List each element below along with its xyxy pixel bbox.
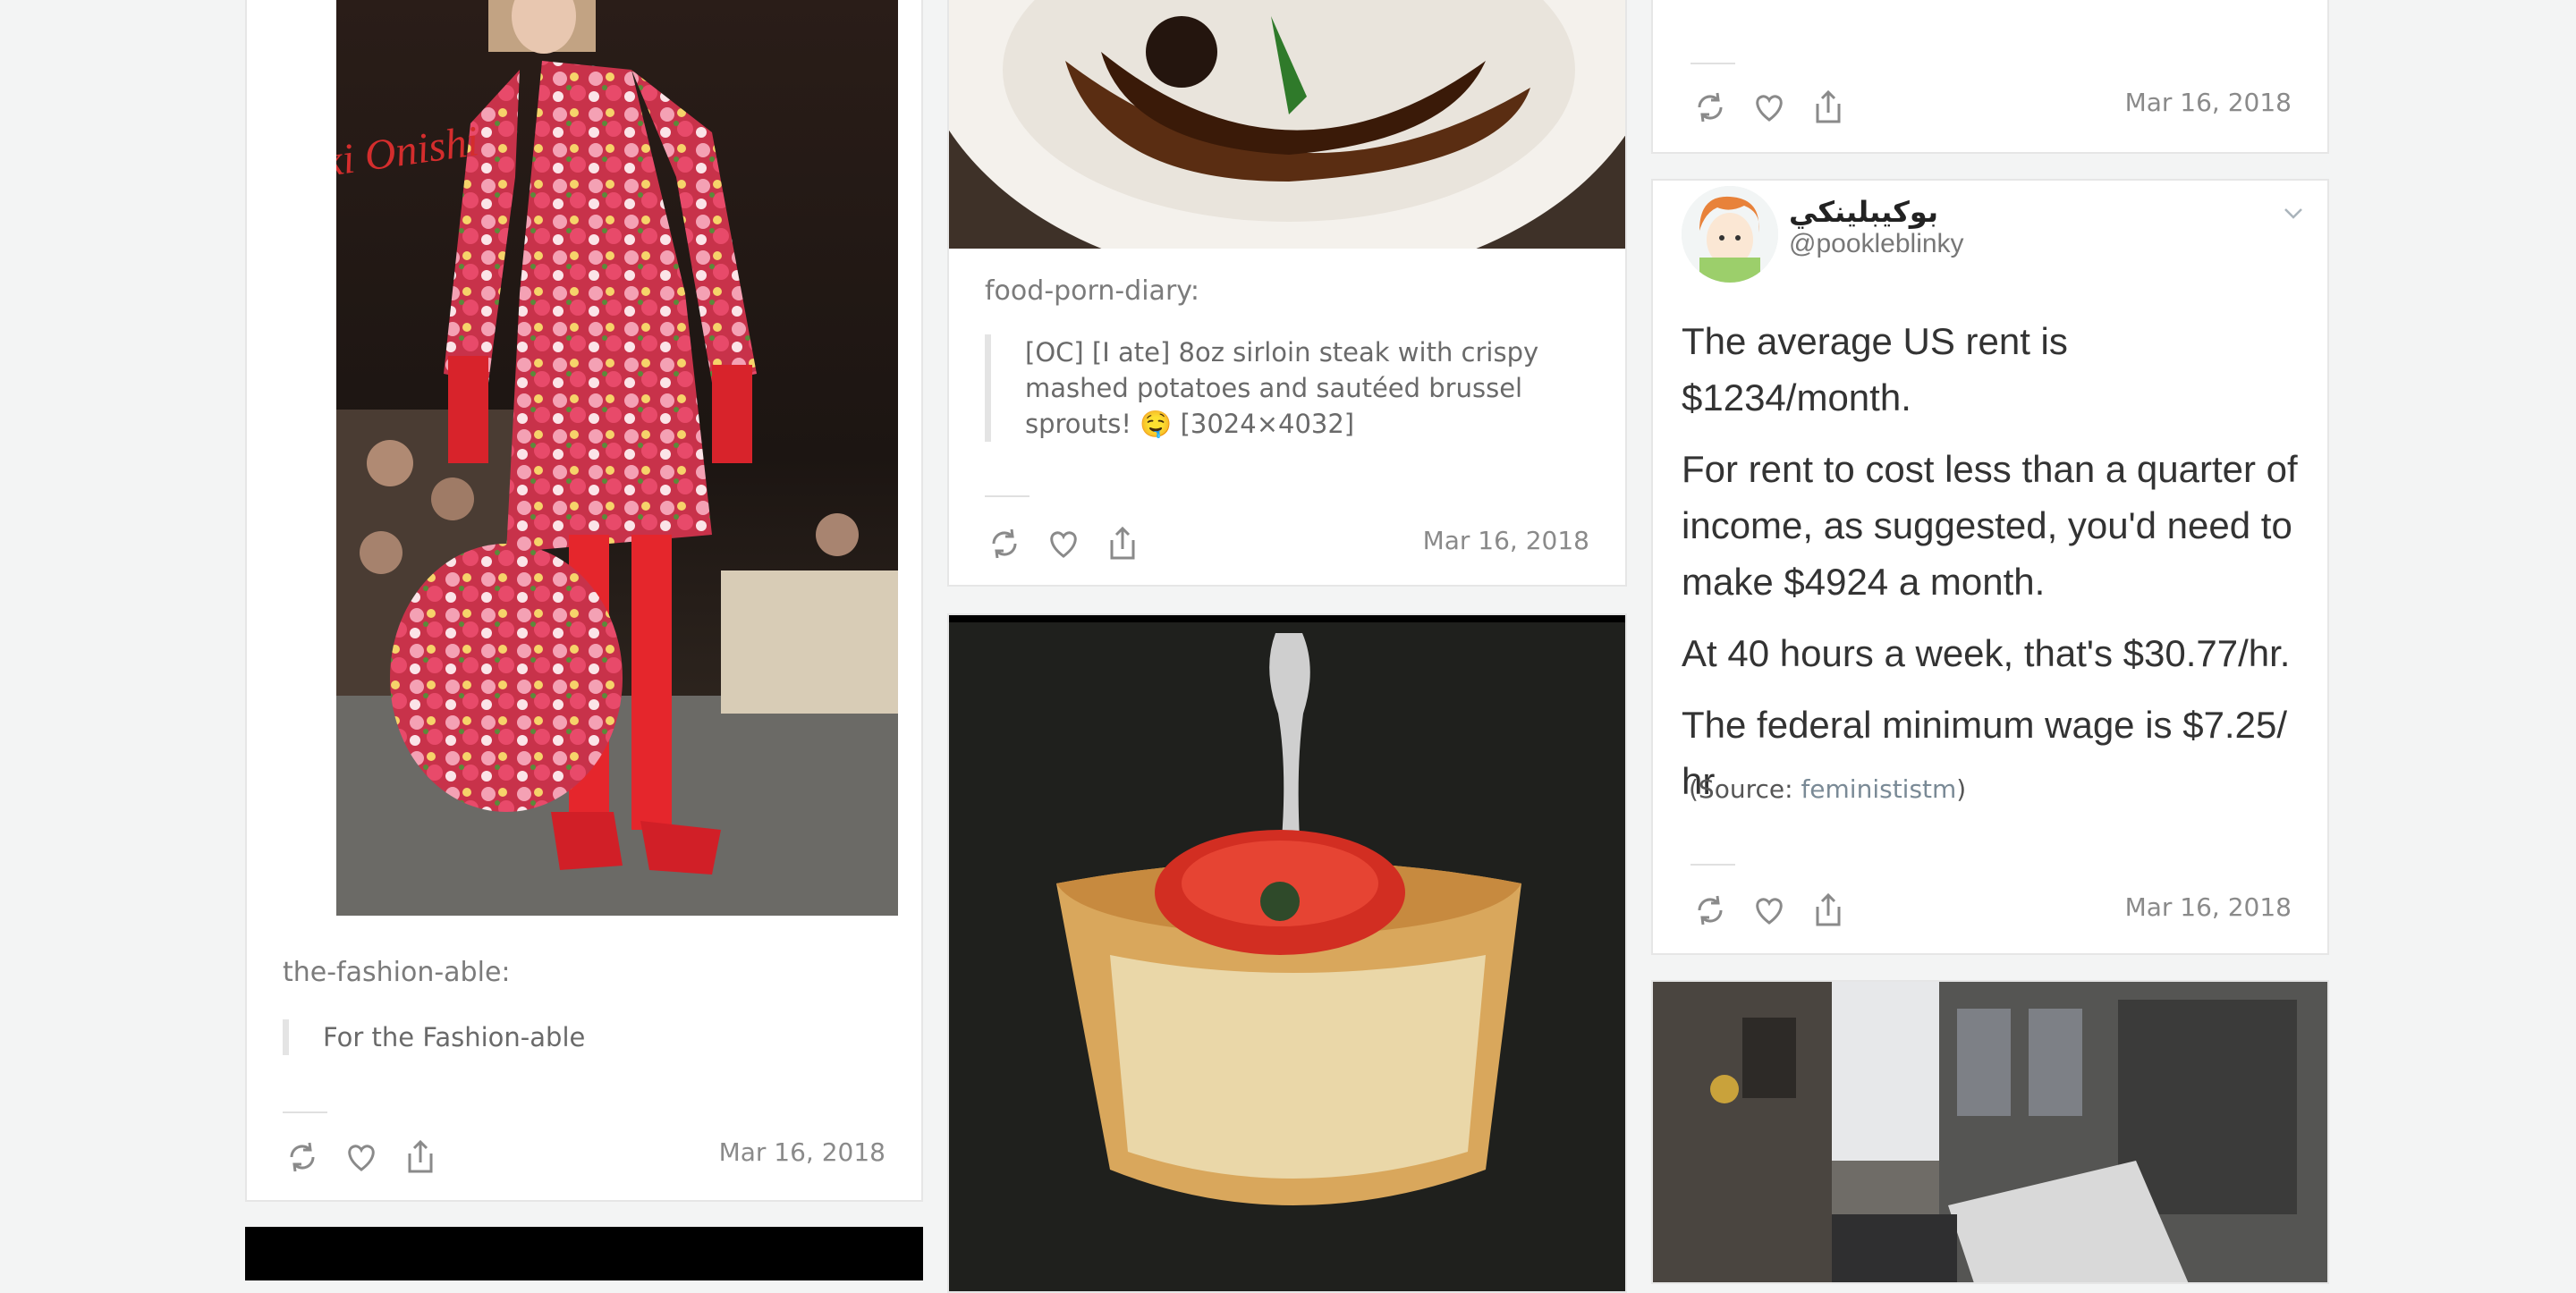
share-icon[interactable] [1809, 88, 1848, 127]
post-date: Mar 16, 2018 [718, 1137, 886, 1167]
divider [1690, 864, 1735, 866]
tweet-body: The average US rent is $1234/month. For … [1682, 313, 2308, 824]
share-icon[interactable] [401, 1137, 440, 1177]
tweet-line: For rent to cost less than a quarter of … [1682, 448, 2298, 603]
post-actions [283, 1137, 440, 1177]
post-source[interactable]: the-fashion-able: [283, 957, 511, 988]
post-card-fashion: Atsuki Onishi the-fashion-able: For the … [245, 0, 923, 1202]
reblog-icon[interactable] [1690, 891, 1730, 930]
post-date: Mar 16, 2018 [2124, 892, 2292, 922]
divider [1690, 63, 1735, 64]
post-card-pie [947, 613, 1627, 1293]
post-date: Mar 16, 2018 [1422, 526, 1589, 555]
source-suffix: ) [1956, 774, 1967, 804]
share-icon[interactable] [1809, 891, 1848, 930]
street-photo[interactable] [1653, 982, 2327, 1282]
like-icon[interactable] [1750, 88, 1789, 127]
post-source[interactable]: food-porn-diary: [985, 275, 1199, 307]
tweet-handle[interactable]: @pookleblinky [1789, 229, 1964, 259]
post-card-tweet: بوكيبلينكي @pookleblinky The average US … [1651, 179, 2329, 955]
pie-photo[interactable] [949, 615, 1625, 1291]
post-card-street [1651, 980, 2329, 1284]
reblog-icon[interactable] [1690, 88, 1730, 127]
like-icon[interactable] [1044, 524, 1083, 563]
tweet-line: At 40 hours a week, that's $30.77/hr. [1682, 632, 2291, 674]
divider [283, 1111, 327, 1113]
post-date: Mar 16, 2018 [2124, 88, 2292, 117]
divider [985, 495, 1030, 497]
steak-photo[interactable] [949, 0, 1625, 249]
post-actions [985, 524, 1142, 563]
post-source-credit: (Source: feminististm) [1689, 774, 1966, 804]
avatar[interactable] [1682, 186, 1778, 283]
source-link[interactable]: feminististm [1801, 774, 1956, 804]
source-prefix: (Source: [1689, 774, 1801, 804]
reblog-icon[interactable] [283, 1137, 322, 1177]
post-quote: [OC] [I ate] 8oz sirloin steak with cris… [985, 334, 1602, 442]
post-card-steak: food-porn-diary: [OC] [I ate] 8oz sirloi… [947, 0, 1627, 587]
chevron-down-icon[interactable] [2281, 200, 2306, 225]
reblog-icon[interactable] [985, 524, 1024, 563]
post-quote: For the Fashion-able [283, 1019, 873, 1055]
tweet-line: The average US rent is $1234/month. [1682, 320, 2068, 418]
post-card-top: Mar 16, 2018 [1651, 0, 2329, 154]
like-icon[interactable] [1750, 891, 1789, 930]
post-actions [1690, 891, 1848, 930]
tweet-display-name[interactable]: بوكيبلينكي [1789, 195, 1938, 229]
share-icon[interactable] [1103, 524, 1142, 563]
post-actions [1690, 88, 1848, 127]
fashion-photo[interactable]: Atsuki Onishi [336, 0, 898, 916]
like-icon[interactable] [342, 1137, 381, 1177]
post-card-partial [245, 1227, 923, 1280]
